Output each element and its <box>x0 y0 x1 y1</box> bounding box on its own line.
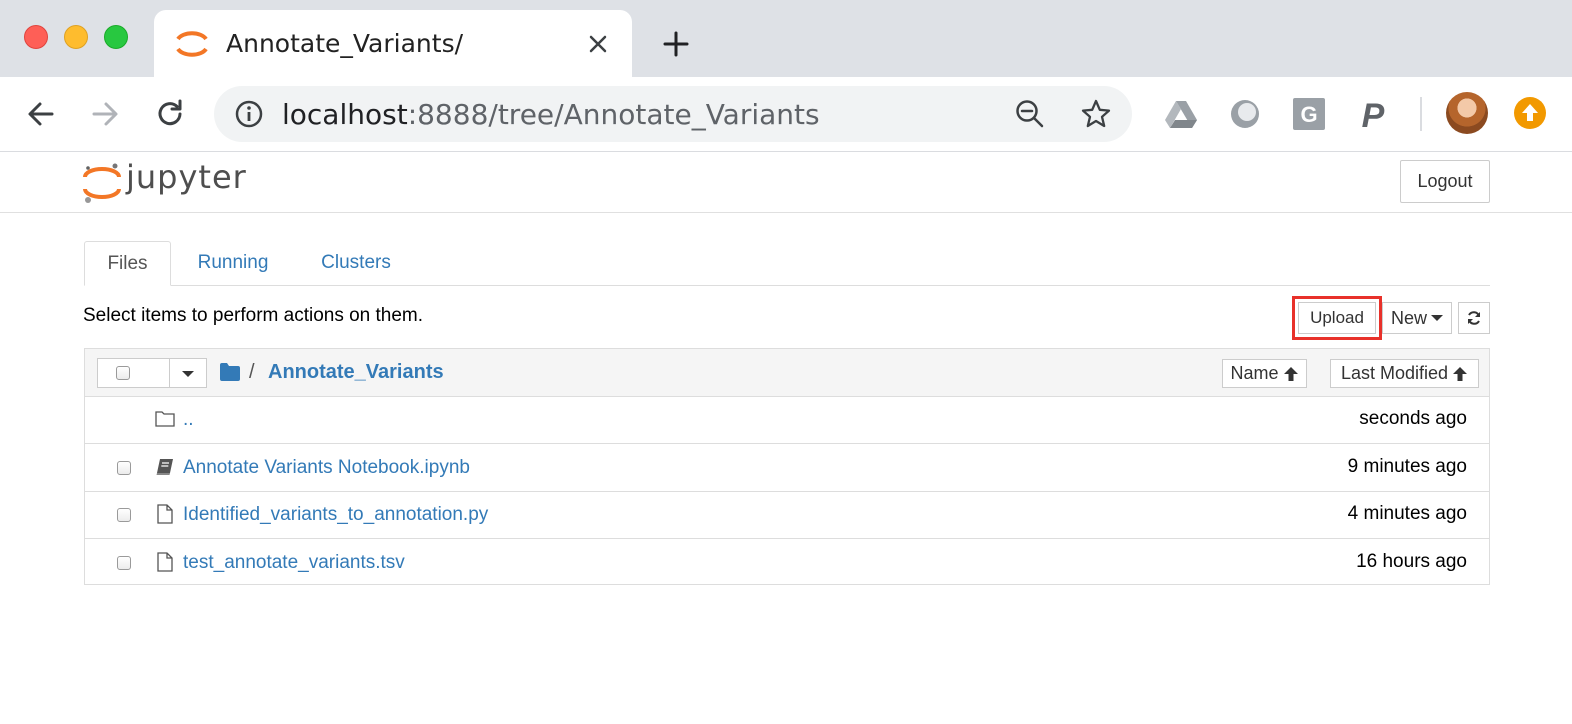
file-icon <box>157 552 173 572</box>
file-name[interactable]: Annotate Variants Notebook.ipynb <box>183 457 470 479</box>
browser-toolbar: localhost:8888/tree/Annotate_Variants G … <box>0 77 1572 152</box>
list-item[interactable]: Identified_variants_to_annotation.py 4 m… <box>85 491 1489 539</box>
jupyter-favicon-icon <box>176 31 208 57</box>
forward-arrow-icon[interactable] <box>88 97 122 131</box>
new-tab-icon[interactable] <box>660 28 692 60</box>
address-bar[interactable]: localhost:8888/tree/Annotate_Variants <box>214 86 1132 142</box>
list-item-parent[interactable]: .. seconds ago <box>85 396 1489 444</box>
tab-running[interactable]: Running <box>180 241 286 285</box>
select-menu-caret-icon[interactable] <box>182 371 194 377</box>
zoom-out-icon[interactable] <box>1014 98 1046 130</box>
site-info-icon[interactable] <box>234 99 264 129</box>
jupyter-wordmark: jupyter <box>126 158 247 196</box>
row-checkbox[interactable] <box>117 461 131 475</box>
caret-down-icon <box>1431 315 1443 321</box>
url-host: localhost <box>282 98 408 131</box>
arrow-up-icon <box>1522 104 1538 121</box>
arrow-up-icon <box>1453 366 1468 381</box>
select-all-group[interactable] <box>97 358 207 388</box>
new-label: New <box>1390 307 1427 328</box>
close-tab-icon[interactable] <box>584 30 612 58</box>
svg-text:G: G <box>1300 102 1317 127</box>
refresh-button[interactable] <box>1458 302 1490 334</box>
jupyter-logo-icon[interactable] <box>82 160 122 204</box>
grammarly-g-icon[interactable]: G <box>1292 97 1326 131</box>
tab-title: Annotate_Variants/ <box>226 29 464 58</box>
maximize-window-button[interactable] <box>104 25 128 49</box>
folder-icon[interactable] <box>220 363 240 381</box>
close-window-button[interactable] <box>24 25 48 49</box>
file-modified: 4 minutes ago <box>1347 503 1467 524</box>
browser-tabstrip: Annotate_Variants/ <box>0 0 1572 77</box>
sort-by-name-button[interactable]: Name <box>1222 359 1307 388</box>
file-modified: 16 hours ago <box>1356 551 1467 572</box>
folder-outline-icon <box>155 411 175 427</box>
selection-hint: Select items to perform actions on them. <box>83 305 424 326</box>
file-list: / Annotate_Variants Name Last Modified .… <box>84 348 1490 585</box>
file-list-header: / Annotate_Variants Name Last Modified <box>85 349 1489 397</box>
browser-tab-active[interactable]: Annotate_Variants/ <box>154 10 632 77</box>
back-arrow-icon[interactable] <box>24 97 58 131</box>
breadcrumb-directory[interactable]: Annotate_Variants <box>268 361 444 384</box>
upload-button[interactable]: Upload <box>1298 302 1376 334</box>
breadcrumb-separator: / <box>249 361 255 383</box>
sort-modified-label: Last Modified <box>1340 363 1449 383</box>
circle-extension-icon[interactable] <box>1228 97 1262 131</box>
minimize-window-button[interactable] <box>64 25 88 49</box>
tab-files[interactable]: Files <box>84 241 171 286</box>
profile-avatar[interactable] <box>1446 92 1488 134</box>
new-dropdown-button[interactable]: New <box>1382 302 1452 334</box>
jupyter-header: jupyter Logout <box>0 152 1572 213</box>
arrow-up-icon <box>1283 366 1298 381</box>
update-button[interactable] <box>1514 97 1546 129</box>
reload-icon[interactable] <box>153 97 187 131</box>
notebook-icon <box>156 459 173 475</box>
toolbar-separator <box>1420 97 1422 131</box>
refresh-icon <box>1468 311 1480 325</box>
file-name[interactable]: Identified_variants_to_annotation.py <box>183 504 488 526</box>
tab-clusters[interactable]: Clusters <box>306 241 406 285</box>
paypal-p-icon[interactable]: P <box>1356 97 1390 131</box>
sort-name-label: Name <box>1230 363 1279 383</box>
row-checkbox[interactable] <box>117 556 131 570</box>
file-modified: 9 minutes ago <box>1347 456 1467 477</box>
row-checkbox[interactable] <box>117 508 131 522</box>
sort-by-modified-button[interactable]: Last Modified <box>1330 359 1479 388</box>
dashboard-tabs: Files Running Clusters <box>84 241 1490 286</box>
file-icon <box>157 504 173 524</box>
url-text[interactable]: localhost:8888/tree/Annotate_Variants <box>282 98 820 131</box>
file-name[interactable]: .. <box>183 409 194 431</box>
list-item[interactable]: Annotate Variants Notebook.ipynb 9 minut… <box>85 444 1489 492</box>
file-name[interactable]: test_annotate_variants.tsv <box>183 552 405 574</box>
bookmark-star-icon[interactable] <box>1080 98 1112 130</box>
list-item[interactable]: test_annotate_variants.tsv 16 hours ago <box>85 539 1489 586</box>
svg-text:P: P <box>1362 97 1385 131</box>
logout-button[interactable]: Logout <box>1400 160 1490 203</box>
select-all-checkbox[interactable] <box>116 366 130 380</box>
file-modified: seconds ago <box>1359 408 1467 429</box>
url-path: :8888/tree/Annotate_Variants <box>407 98 820 131</box>
google-drive-icon[interactable] <box>1164 97 1198 131</box>
